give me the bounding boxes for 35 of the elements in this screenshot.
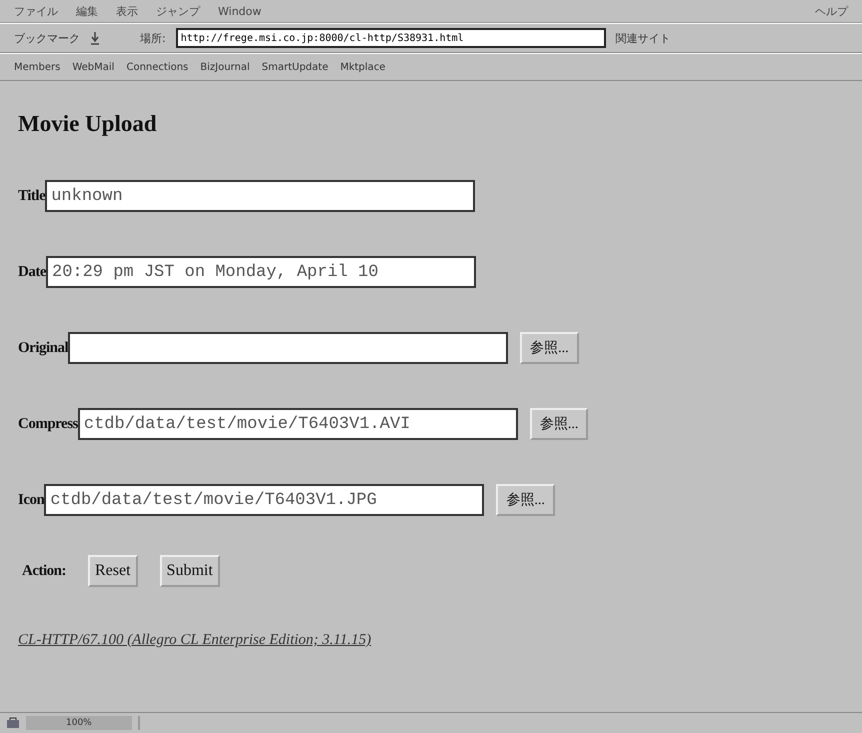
- field-label: Compress: [18, 416, 78, 432]
- form-button[interactable]: Reset: [88, 555, 138, 587]
- browse-button[interactable]: 参照...: [530, 408, 588, 440]
- input-field[interactable]: 20:29 pm JST on Monday, April 10: [46, 256, 476, 288]
- menu-item[interactable]: ファイル: [14, 4, 58, 18]
- input-field[interactable]: ctdb/data/test/movie/T6403V1.JPG: [44, 484, 484, 516]
- menu-item[interactable]: Window: [218, 4, 262, 18]
- browse-button[interactable]: 参照...: [496, 484, 555, 516]
- url-field[interactable]: http://frege.msi.co.jp:8000/cl-http/S38931.html: [176, 28, 606, 48]
- menu-item[interactable]: 編集: [76, 4, 98, 18]
- menu-item[interactable]: ヘルプ: [815, 4, 848, 18]
- field-label: Date: [18, 264, 46, 280]
- field-label: Icon: [18, 492, 44, 508]
- browse-button[interactable]: 参照...: [520, 332, 579, 364]
- page-heading: Movie Upload: [18, 111, 158, 137]
- bookmark-link[interactable]: SmartUpdate: [262, 62, 328, 72]
- menu-item[interactable]: 表示: [116, 4, 138, 18]
- form-button[interactable]: Submit: [160, 555, 220, 587]
- bookmark-link[interactable]: Connections: [126, 62, 188, 72]
- bookmarks-button[interactable]: ブックマーク: [14, 30, 80, 46]
- input-field[interactable]: unknown: [45, 180, 476, 212]
- field-label: Title: [18, 188, 46, 204]
- bookmark-link[interactable]: WebMail: [72, 62, 114, 72]
- progress-text: 100%: [26, 716, 132, 730]
- field-label: Original: [18, 340, 68, 356]
- bookmark-link[interactable]: Members: [14, 62, 60, 72]
- related-sites-button[interactable]: 関連サイト: [616, 30, 671, 46]
- location-label: 場所:: [140, 30, 166, 46]
- bookmark-link[interactable]: Mktplace: [340, 62, 386, 72]
- input-field[interactable]: [68, 332, 508, 364]
- input-field[interactable]: ctdb/data/test/movie/T6403V1.AVI: [78, 408, 518, 440]
- menu-item[interactable]: ジャンプ: [156, 4, 200, 18]
- server-link[interactable]: CL-HTTP/67.100 (Allegro CL Enterprise Edition; 3.11.15): [18, 632, 372, 649]
- action-label: Action:: [22, 562, 66, 580]
- bookmark-link[interactable]: BizJournal: [200, 62, 250, 72]
